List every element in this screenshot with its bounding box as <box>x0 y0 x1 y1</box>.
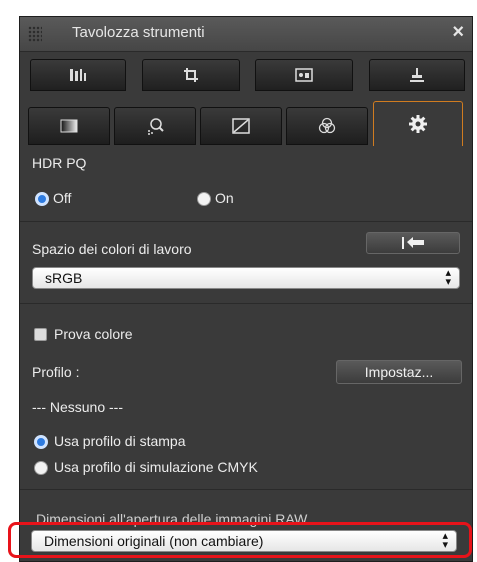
hdr-on-radio[interactable] <box>197 192 211 206</box>
proof-checkbox[interactable] <box>34 328 47 341</box>
cmyk-profile-label: Usa profilo di simulazione CMYK <box>54 459 258 475</box>
tab-dust-delete[interactable] <box>114 107 196 145</box>
workspace-label: Spazio dei colori di lavoro <box>32 241 192 257</box>
hdr-off-label: Off <box>53 190 72 206</box>
profile-value: --- Nessuno --- <box>32 399 124 415</box>
color-balance-icon <box>318 117 336 134</box>
tab-tone-curve[interactable] <box>200 107 282 145</box>
divider <box>20 303 472 304</box>
histogram-adjust-icon <box>70 69 86 81</box>
hdr-heading: HDR PQ <box>32 155 87 171</box>
title-bar[interactable]: Tavolozza strumenti × <box>20 17 472 52</box>
proof-label: Prova colore <box>54 326 133 342</box>
gradient-icon <box>60 119 78 133</box>
tab-crop[interactable] <box>142 59 240 91</box>
highlight-box <box>8 522 472 558</box>
dust-delete-icon <box>148 118 164 135</box>
reset-arrow-icon <box>402 237 424 249</box>
crop-icon <box>184 68 198 82</box>
reset-workspace-button[interactable] <box>366 232 460 254</box>
stamp-icon <box>410 68 424 82</box>
tone-curve-icon <box>232 118 250 134</box>
tool-tabs-row2 <box>20 101 472 146</box>
cmyk-profile-radio[interactable] <box>34 461 48 475</box>
tab-stamp[interactable] <box>369 59 465 91</box>
settings-gear-icon <box>409 115 427 133</box>
window-title: Tavolozza strumenti <box>72 24 205 41</box>
divider <box>20 221 472 222</box>
workspace-select-value: sRGB <box>45 270 83 286</box>
select-arrows-icon: ▴ ▾ <box>445 267 451 288</box>
tab-gradient[interactable] <box>28 107 110 145</box>
drag-grip-icon[interactable] <box>28 26 42 42</box>
image-icon <box>295 68 313 82</box>
tool-palette-panel: Tavolozza strumenti × HDR PQ Off On Spaz… <box>19 16 473 562</box>
print-profile-label: Usa profilo di stampa <box>54 433 186 449</box>
tab-color-balance[interactable] <box>286 107 368 145</box>
tab-settings[interactable] <box>373 101 463 146</box>
hdr-on-label: On <box>215 190 234 206</box>
workspace-color-select[interactable]: sRGB ▴ ▾ <box>32 267 460 289</box>
close-icon[interactable]: × <box>452 21 464 44</box>
tab-image[interactable] <box>255 59 353 91</box>
hdr-off-radio[interactable] <box>35 192 49 206</box>
tab-histogram[interactable] <box>30 59 126 91</box>
print-profile-radio[interactable] <box>34 435 48 449</box>
profile-label: Profilo : <box>32 364 80 380</box>
settings-button[interactable]: Impostaz... <box>336 360 462 384</box>
divider <box>20 489 472 490</box>
tool-tabs-row1 <box>20 59 472 91</box>
